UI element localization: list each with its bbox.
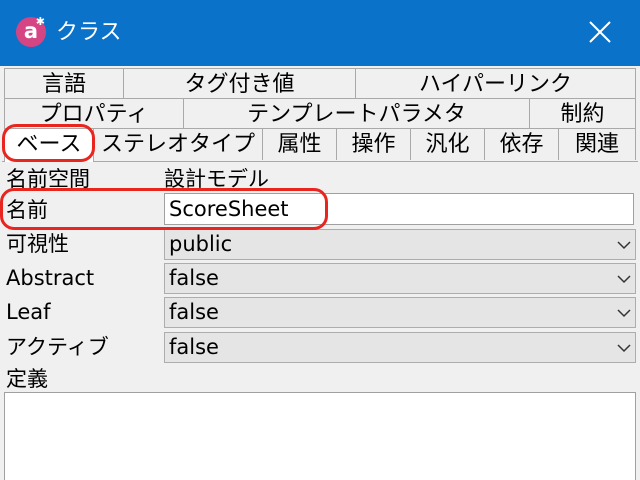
tab-tagged-values[interactable]: タグ付き値 <box>123 68 356 100</box>
visibility-value: public <box>169 232 233 256</box>
active-value: false <box>169 335 219 359</box>
visibility-select[interactable]: public <box>164 229 636 260</box>
definition-textarea[interactable] <box>4 392 636 480</box>
tab-language[interactable]: 言語 <box>4 68 124 100</box>
tab-constraints[interactable]: 制約 <box>529 98 636 130</box>
abstract-select[interactable]: false <box>164 263 636 294</box>
close-icon <box>589 21 611 43</box>
tab-base-highlight <box>2 124 95 162</box>
tab-generalization[interactable]: 汎化 <box>410 128 485 160</box>
active-label: アクティブ <box>6 335 109 359</box>
visibility-label: 可視性 <box>6 232 69 256</box>
leaf-value: false <box>169 300 219 324</box>
leaf-select[interactable]: false <box>164 297 636 328</box>
tab-template-parameters[interactable]: テンプレートパラメタ <box>183 98 530 130</box>
abstract-label: Abstract <box>6 266 95 290</box>
tab-hyperlink[interactable]: ハイパーリンク <box>355 68 636 100</box>
tab-stereotype[interactable]: ステレオタイプ <box>93 128 263 160</box>
active-select[interactable]: false <box>164 332 636 363</box>
chevron-down-icon <box>617 241 631 250</box>
leaf-label: Leaf <box>6 300 51 324</box>
close-button[interactable] <box>574 10 624 56</box>
chevron-down-icon <box>617 275 631 284</box>
definition-label: 定義 <box>6 367 48 391</box>
name-row-highlight <box>0 188 328 230</box>
abstract-value: false <box>169 266 219 290</box>
title-bar: a ✱ クラス <box>0 0 640 66</box>
app-icon: a ✱ <box>16 16 46 47</box>
tab-association[interactable]: 関連 <box>558 128 636 160</box>
chevron-down-icon <box>617 309 631 318</box>
tab-operations[interactable]: 操作 <box>336 128 411 160</box>
tab-attributes[interactable]: 属性 <box>262 128 337 160</box>
window-title: クラス <box>56 20 122 45</box>
tab-dependency[interactable]: 依存 <box>484 128 559 160</box>
chevron-down-icon <box>617 344 631 353</box>
